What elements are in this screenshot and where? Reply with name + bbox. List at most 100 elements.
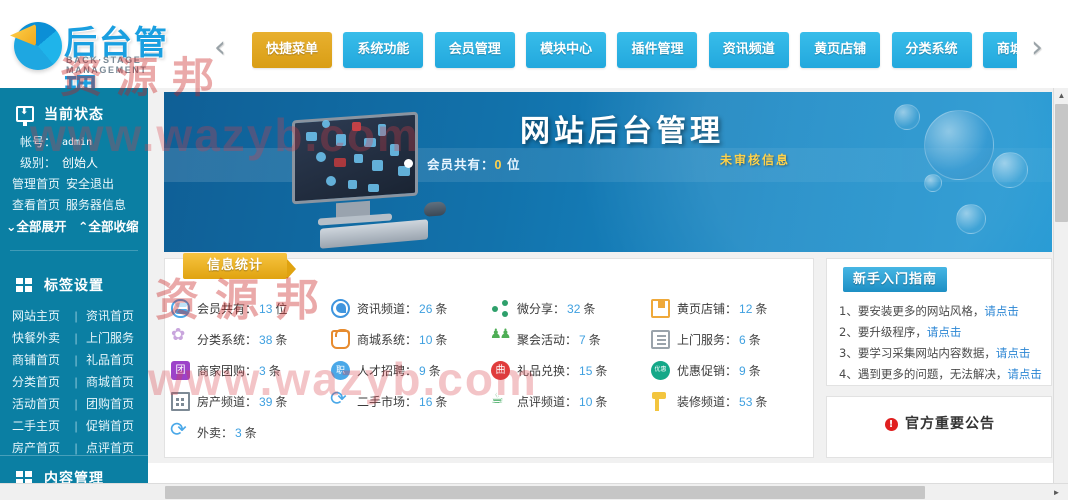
horizontal-scroll-thumb[interactable] [165,486,925,499]
tag-row: 二手主页 | 促销首页 [0,415,148,437]
expand-all-label: 全部展开 [16,220,67,234]
guide-item-text: 2、要升级程序， [839,325,927,339]
review-channel-icon [491,390,510,411]
stat-label: 商城系统： [357,333,418,347]
tag-category-home[interactable]: 分类首页 [12,371,66,393]
tab-mall-system[interactable]: 商城系统 [982,32,1017,68]
tab-system-function[interactable]: 系统功能 [343,32,424,68]
stat-label: 外卖： [197,426,234,440]
main-content: 会员共有：0 位 网站后台管理 未审核信息 信息统计 会员共有： 13 位 资讯频道… [148,88,1053,463]
tag-fastfood[interactable]: 快餐外卖 [12,327,66,349]
tag-promotion-home[interactable]: 促销首页 [86,415,140,437]
guide-list: 1、要安装更多的网站风格，请点击 2、要升级程序，请点击 3、要学习采集网站内容… [839,301,1049,385]
sidebar-status-header: 当前状态 [0,96,148,132]
guide-item-link[interactable]: 请点击 [996,346,1031,360]
stat-value: 13 [259,301,273,316]
stat-decoration-channel[interactable]: 装修频道： 53 条 [651,392,811,411]
tab-member-mgmt[interactable]: 会员管理 [434,32,515,68]
vertical-scroll-thumb[interactable] [1055,104,1068,222]
tag-shop-home[interactable]: 商铺首页 [12,349,66,371]
nav-tabs: 快捷菜单 系统功能 会员管理 模块中心 插件管理 资讯频道 黄页店铺 分类系统 … [252,32,1017,74]
link-safe-logout[interactable]: 安全退出 [66,174,144,195]
stat-unit: 条 [275,395,288,409]
mall-system-icon [331,329,350,349]
stat-micro-share[interactable]: 微分享： 32 条 [491,299,651,318]
stat-unit: 条 [748,364,761,378]
tag-door-service[interactable]: 上门服务 [86,327,140,349]
tab-plugin-mgmt[interactable]: 插件管理 [617,32,698,68]
stat-promotion[interactable]: 优惠促销：9条 [651,361,811,380]
notice-title-row: ! 官方重要公告 [827,413,1053,433]
stat-label: 点评频道： [517,395,578,409]
stat-takeout[interactable]: 外卖：3条 [170,417,331,442]
logo-zone[interactable]: 后台管理 BACK·STAGE MANAGEMENT [0,0,200,88]
tab-module-center[interactable]: 模块中心 [526,32,607,68]
vertical-scrollbar[interactable]: ▲ [1053,88,1068,483]
stat-job-recruit[interactable]: 人才招聘：9条 [331,361,491,380]
stat-label: 装修频道： [677,395,738,409]
stat-label: 人才招聘： [357,364,418,378]
stat-unit: 条 [588,333,601,347]
stat-door-service[interactable]: 上门服务： 6 条 [651,330,811,349]
stat-member[interactable]: 会员共有： 13 位 [171,299,331,318]
banner-member-value: 0 [494,158,503,172]
stat-group-buy[interactable]: 商家团购：3条 [171,361,331,380]
scroll-right-arrow-icon[interactable]: ► [1048,484,1065,500]
link-server-info[interactable]: 服务器信息 [66,195,144,216]
tag-groupbuy-home[interactable]: 团购首页 [86,393,140,415]
stat-category-system[interactable]: 分类系统：38条 [171,325,331,349]
stat-label: 礼品兑换： [517,364,578,378]
stat-second-hand[interactable]: 二手市场：16条 [330,386,491,411]
tab-quick-menu[interactable]: 快捷菜单 [252,32,333,68]
tag-news-home[interactable]: 资讯首页 [86,305,140,327]
guide-item-link[interactable]: 请点击 [927,325,962,339]
tag-sep: | [74,331,78,345]
tag-gift-home[interactable]: 礼品首页 [86,349,140,371]
chevron-down-icon: ⌄ [6,220,17,234]
tag-activity-home[interactable]: 活动首页 [12,393,66,415]
stat-unit: 条 [435,333,448,347]
stat-party-event[interactable]: 聚会活动：7条 [490,326,651,349]
nav-prev-arrow-icon[interactable]: ‹ [205,30,235,66]
stat-mall-system[interactable]: 商城系统： 10 条 [331,329,491,349]
guide-item-link[interactable]: 请点击 [984,304,1019,318]
stat-unit: 条 [435,395,448,409]
party-event-icon [490,326,510,349]
sidebar: 当前状态 帐号： admin 级别： 创始人 管理首页 安全退出 查看首页 服务… [0,88,148,500]
collapse-all-button[interactable]: ⌃全部收缩 [78,216,139,238]
tag-row: 快餐外卖 | 上门服务 [0,327,148,349]
account-row: 帐号： admin [0,132,148,153]
stat-label: 会员共有： [197,302,258,316]
tag-secondhand[interactable]: 二手主页 [12,415,66,437]
stat-review-channel[interactable]: 点评频道：10条 [491,390,651,411]
promotion-icon [651,361,670,380]
stat-yellow-page[interactable]: 黄页店铺： 12 条 [651,299,811,318]
stat-value: 39 [259,394,273,409]
stat-news-channel[interactable]: 资讯频道： 26 条 [331,299,491,318]
link-admin-home[interactable]: 管理首页 [0,174,66,195]
tag-sep: | [74,419,78,433]
yellow-page-shop-icon [651,299,670,318]
tag-mall-home[interactable]: 商城首页 [86,371,140,393]
link-view-home[interactable]: 查看首页 [0,195,66,216]
tag-site-home[interactable]: 网站主页 [12,305,66,327]
stat-label: 聚会活动： [517,333,578,347]
news-channel-icon [331,299,350,318]
guide-item-link[interactable]: 请点击 [1007,367,1042,381]
expand-all-button[interactable]: ⌄全部展开 [6,216,78,238]
horizontal-scrollbar[interactable]: ◄ ► [0,483,1068,500]
logo-pie-icon [10,16,66,72]
computer-illustration-icon [274,110,454,250]
stat-gift-exchange[interactable]: 礼品兑换：15条 [491,361,651,380]
tab-yellow-page[interactable]: 黄页店铺 [800,32,881,68]
door-service-icon [651,330,670,349]
tab-category-system[interactable]: 分类系统 [891,32,972,68]
tag-row: 活动首页 | 团购首页 [0,393,148,415]
scroll-up-arrow-icon[interactable]: ▲ [1054,88,1068,103]
chevron-up-icon: ⌃ [78,220,89,234]
stat-real-estate[interactable]: 房产频道： 39 条 [171,392,331,411]
stat-unit: 条 [748,333,761,347]
tag-row: 商铺首页 | 礼品首页 [0,349,148,371]
tab-news-channel[interactable]: 资讯频道 [708,32,789,68]
nav-next-arrow-icon[interactable]: › [1022,30,1052,66]
